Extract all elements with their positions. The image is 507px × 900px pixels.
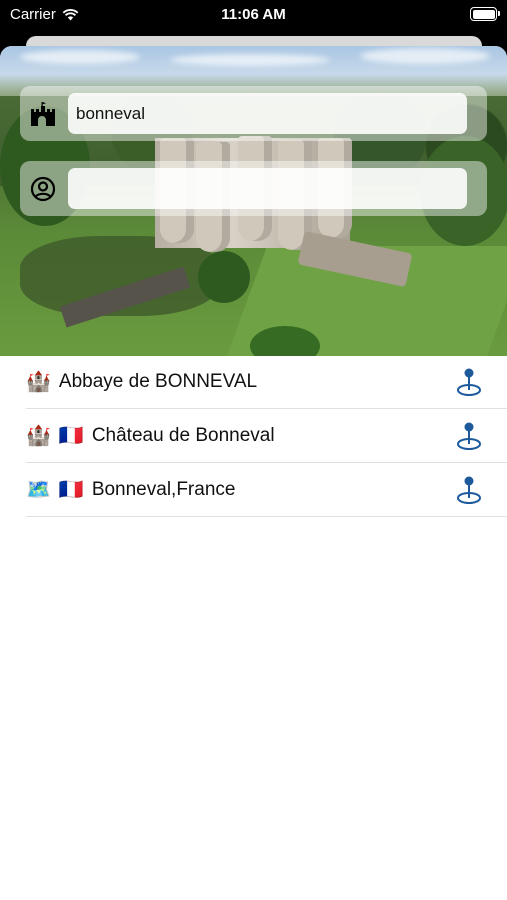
status-bar: Carrier 11:06 AM <box>0 0 507 34</box>
castle-icon <box>31 102 55 126</box>
result-label: Bonneval,France <box>91 478 236 500</box>
place-search-row <box>20 86 487 141</box>
flag-icon: 🇫🇷 <box>58 424 84 447</box>
result-label: Abbaye de BONNEVAL <box>58 370 258 392</box>
results-list: 🏰 Abbaye de BONNEVAL 🏰 🇫🇷 Château de Bon… <box>0 355 507 517</box>
map-pin-icon[interactable] <box>455 367 483 397</box>
search-sheet: 🏰 Abbaye de BONNEVAL 🏰 🇫🇷 Château de Bon… <box>0 46 507 900</box>
battery-icon <box>470 7 500 21</box>
map-pin-icon[interactable] <box>455 475 483 505</box>
map-pin-icon[interactable] <box>455 421 483 451</box>
castle-icon: 🏰 <box>26 424 51 447</box>
castle-icon: 🏰 <box>26 370 51 393</box>
result-label: Château de Bonneval <box>91 424 275 446</box>
battery-level <box>472 9 495 19</box>
person-search-input[interactable] <box>68 168 467 209</box>
list-item[interactable]: 🗺️ 🇫🇷 Bonneval,France <box>26 463 507 517</box>
clock: 11:06 AM <box>221 6 286 23</box>
list-item[interactable]: 🏰 🇫🇷 Château de Bonneval <box>26 409 507 463</box>
place-search-input[interactable] <box>68 93 467 134</box>
person-circle-icon <box>30 176 56 202</box>
flag-icon: 🇫🇷 <box>58 478 84 501</box>
map-icon: 🗺️ <box>26 478 51 501</box>
list-item[interactable]: 🏰 Abbaye de BONNEVAL <box>26 355 507 409</box>
person-search-row <box>20 161 487 216</box>
